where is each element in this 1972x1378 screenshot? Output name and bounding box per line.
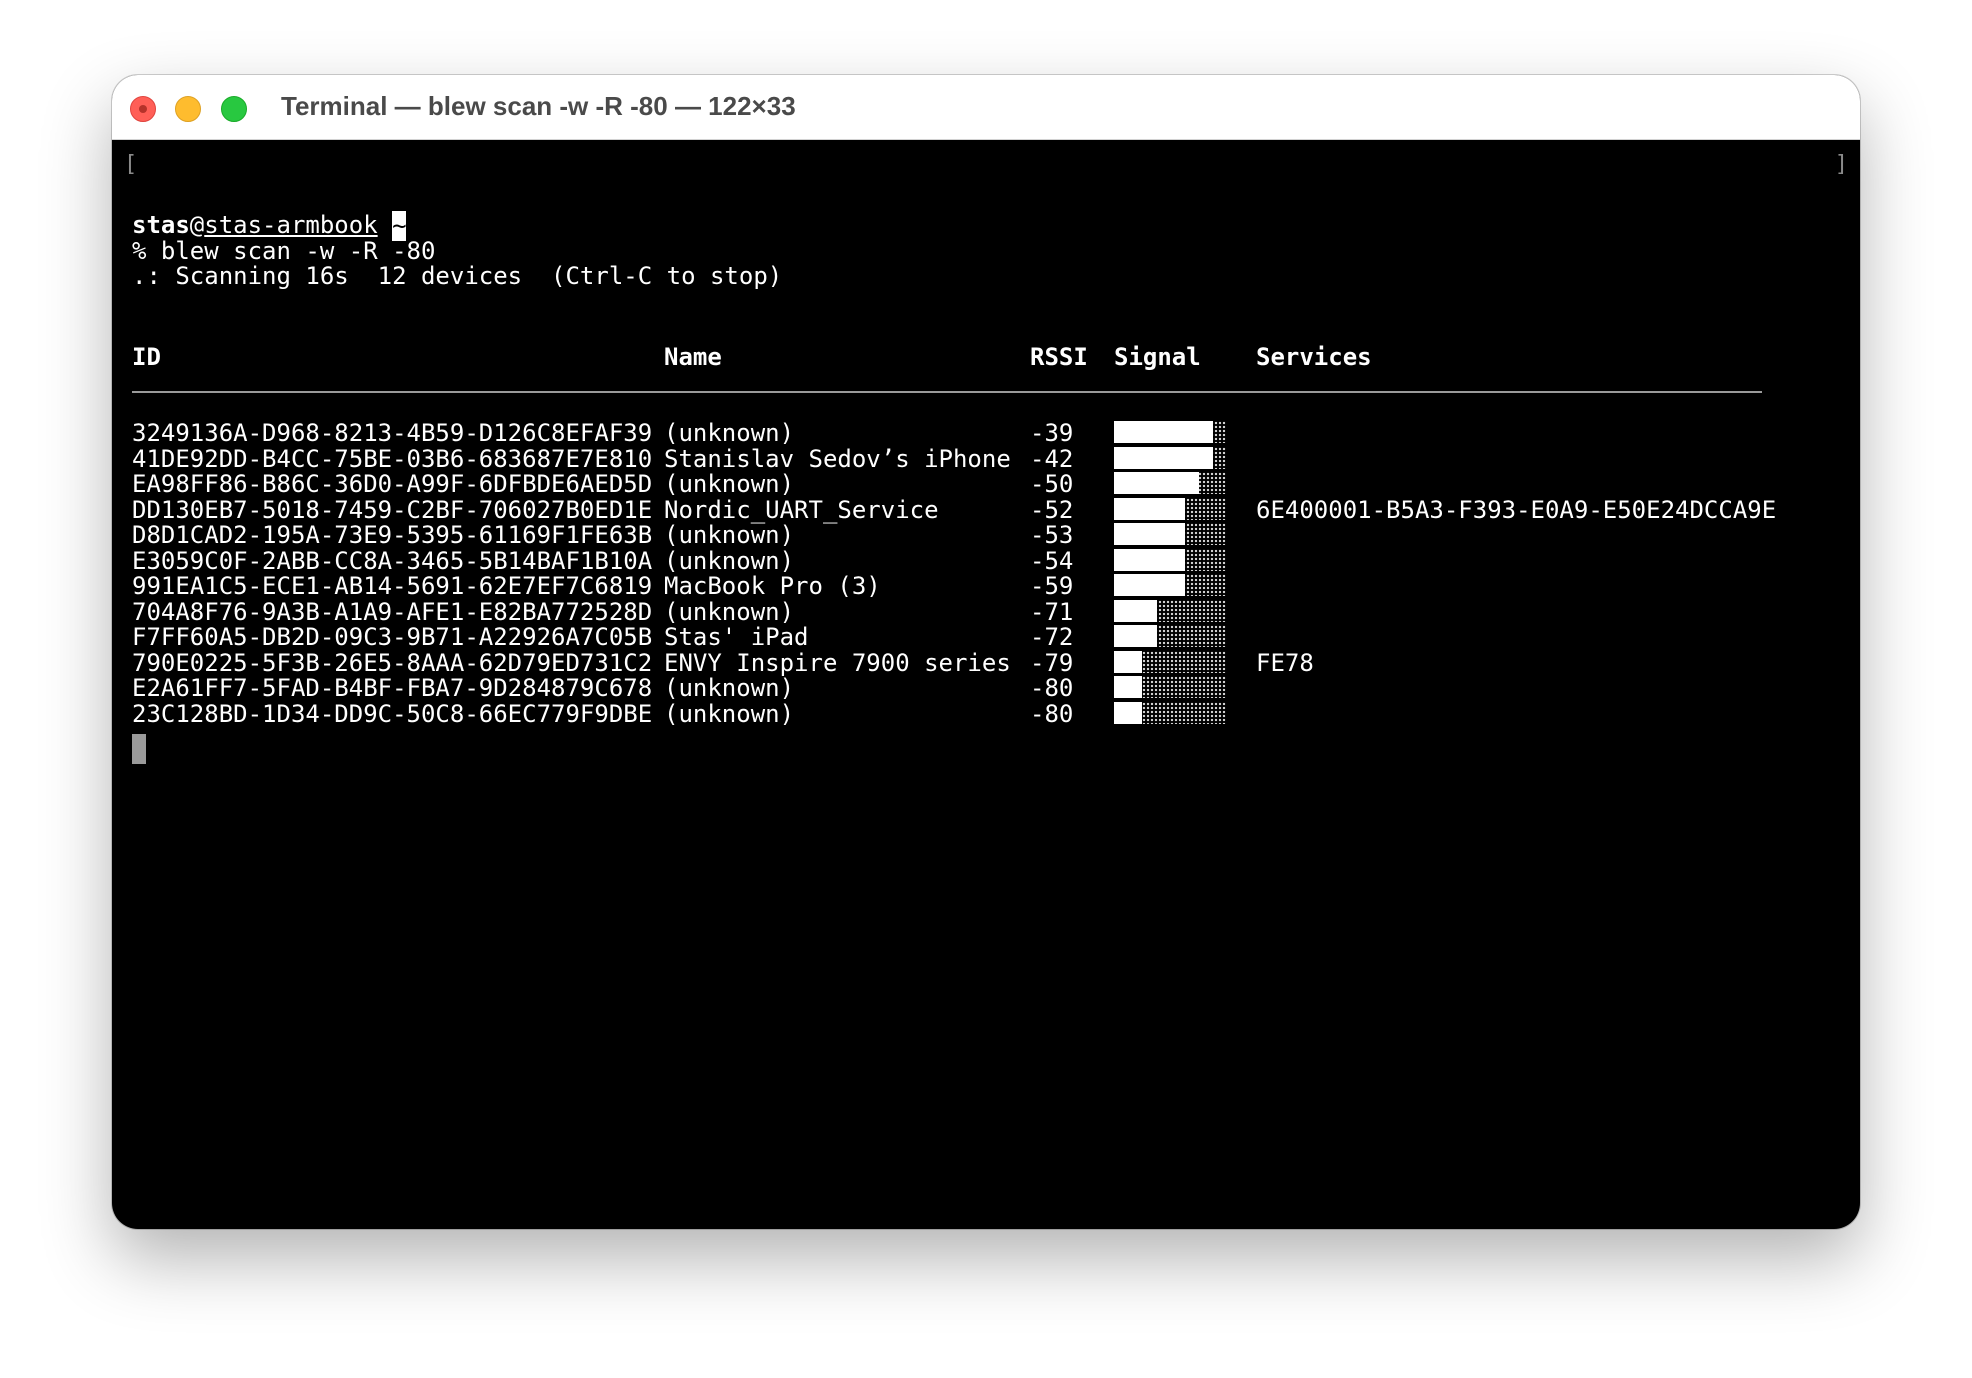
- title-bar[interactable]: Terminal — blew scan -w -R -80 — 122×33: [112, 75, 1860, 140]
- signal-bar: [1114, 421, 1226, 443]
- signal-bar: [1114, 523, 1226, 545]
- terminal-cursor: [132, 734, 146, 764]
- signal-bar: [1114, 472, 1226, 494]
- right-bracket: ]: [1834, 152, 1848, 177]
- device-rssi: -80: [1030, 699, 1074, 728]
- signal-bar: [1114, 497, 1226, 520]
- header-signal: Signal: [1114, 343, 1201, 371]
- signal-fill: [1114, 625, 1157, 647]
- header-rssi: RSSI: [1030, 343, 1088, 371]
- signal-bar: [1114, 650, 1226, 673]
- left-bracket: [: [124, 152, 138, 177]
- minimize-button[interactable]: [175, 96, 201, 122]
- header-services: Services: [1256, 343, 1372, 371]
- signal-bar: [1114, 599, 1226, 622]
- signal-fill: [1114, 574, 1185, 596]
- signal-fill: [1114, 676, 1142, 698]
- signal-fill: [1114, 523, 1185, 545]
- window-title: Terminal — blew scan -w -R -80 — 122×33: [281, 91, 796, 121]
- device-id: 23C128BD-1D34-DD9C-50C8-66EC779F9DBE: [132, 699, 653, 728]
- signal-fill: [1114, 446, 1213, 469]
- signal-fill: [1114, 701, 1142, 724]
- signal-bar: [1114, 701, 1226, 724]
- table-row: 23C128BD-1D34-DD9C-50C8-66EC779F9DBE (unk…: [112, 698, 1860, 730]
- terminal-content[interactable]: [ ] stas@stas-armbook ~ % blew scan -w -…: [112, 140, 1860, 1229]
- zoom-button[interactable]: [221, 96, 247, 122]
- signal-fill: [1114, 497, 1185, 520]
- terminal-window: Terminal — blew scan -w -R -80 — 122×33 …: [112, 75, 1860, 1229]
- device-name: (unknown): [664, 699, 795, 728]
- signal-fill: [1114, 650, 1142, 673]
- signal-bar: [1114, 676, 1226, 698]
- signal-bar: [1114, 625, 1226, 647]
- signal-fill: [1114, 472, 1200, 494]
- header-id: ID: [132, 343, 161, 371]
- signal-bar: [1114, 574, 1226, 596]
- header-divider: [132, 391, 1762, 393]
- signal-fill: [1114, 599, 1157, 622]
- header-name: Name: [664, 343, 722, 371]
- signal-fill: [1114, 548, 1185, 571]
- close-button[interactable]: [130, 96, 156, 122]
- scan-status: .: Scanning 16s 12 devices (Ctrl-C to st…: [132, 262, 783, 290]
- signal-bar: [1114, 548, 1226, 571]
- signal-fill: [1114, 421, 1213, 443]
- signal-bar: [1114, 446, 1226, 469]
